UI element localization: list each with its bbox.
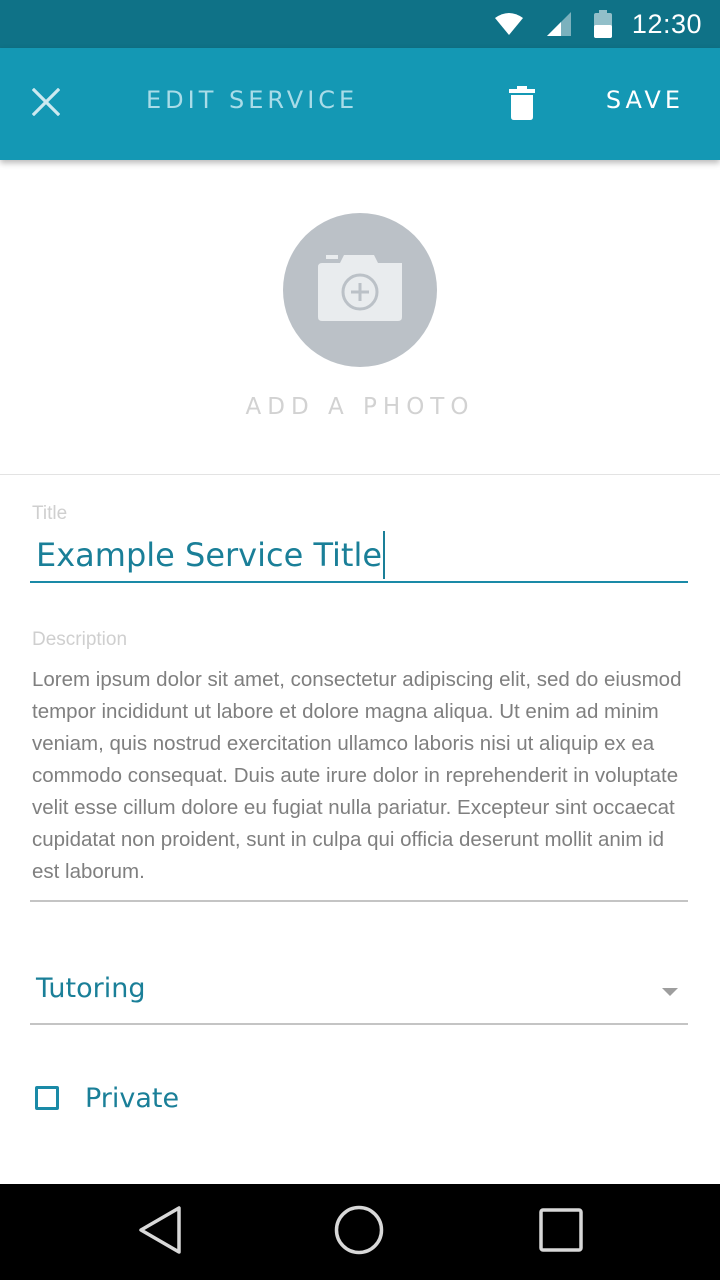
status-clock: 12:30	[631, 8, 702, 39]
photo-section: ADD A PHOTO	[0, 160, 720, 475]
close-button[interactable]	[18, 76, 74, 132]
cell-signal-icon	[546, 11, 572, 37]
recents-button[interactable]	[531, 1202, 591, 1262]
system-nav-bar	[0, 1184, 720, 1280]
status-icons: 12:30	[494, 0, 702, 48]
status-bar: 12:30	[0, 0, 720, 48]
close-icon	[31, 87, 61, 120]
save-button[interactable]: SAVE	[606, 86, 684, 114]
add-photo-button[interactable]	[283, 213, 437, 367]
dropdown-arrow-icon	[662, 988, 678, 996]
title-label: Title	[32, 503, 68, 524]
battery-icon	[593, 10, 612, 38]
recents-square-icon	[538, 1207, 584, 1257]
text-cursor	[383, 530, 386, 579]
page-title: EDIT SERVICE	[146, 86, 359, 114]
description-underline	[30, 900, 688, 902]
description-label: Description	[32, 629, 128, 650]
delete-button[interactable]	[494, 80, 550, 130]
title-input[interactable]: Example Service Title	[30, 528, 688, 583]
add-photo-label: ADD A PHOTO	[245, 394, 475, 420]
private-checkbox-label: Private	[85, 1082, 180, 1114]
trash-icon	[509, 86, 535, 124]
category-dropdown-value: Tutoring	[36, 973, 146, 1004]
back-triangle-icon	[137, 1205, 183, 1259]
private-checkbox-row[interactable]: Private	[35, 1078, 179, 1118]
title-input-value: Example Service Title	[36, 535, 383, 574]
home-button[interactable]	[329, 1202, 389, 1262]
description-input[interactable]: Lorem ipsum dolor sit amet, consectetur …	[32, 664, 692, 888]
wifi-icon	[494, 12, 524, 36]
private-checkbox[interactable]	[35, 1086, 59, 1110]
home-circle-icon	[333, 1204, 385, 1260]
back-button[interactable]	[130, 1202, 190, 1262]
app-bar: EDIT SERVICE SAVE	[0, 48, 720, 160]
category-dropdown[interactable]: Tutoring	[30, 960, 688, 1025]
add-photo-icon	[318, 255, 402, 325]
